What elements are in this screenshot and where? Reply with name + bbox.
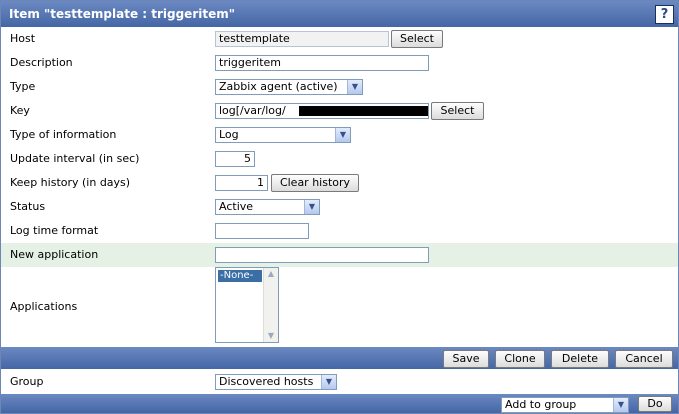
applications-listbox[interactable]: -None- ▲ ▼ <box>215 267 279 343</box>
scroll-up-icon[interactable]: ▲ <box>264 268 278 280</box>
row-log-time-format: Log time format <box>1 219 678 243</box>
type-select-value: Zabbix agent (active) <box>219 80 338 93</box>
update-interval-label: Update interval (in sec) <box>10 152 140 165</box>
row-description: Description triggeritem <box>1 51 678 75</box>
footer-bar: Add to group ▼ Do <box>1 394 678 413</box>
host-field: testtemplate <box>215 31 389 47</box>
save-button[interactable]: Save <box>443 350 489 368</box>
applications-option[interactable]: -None- <box>218 270 262 282</box>
key-select-button[interactable]: Select <box>431 102 484 120</box>
key-input-value: log[/var/log/ <box>219 104 286 117</box>
keep-history-input[interactable]: 1 <box>215 175 268 191</box>
chevron-down-icon[interactable]: ▼ <box>613 398 628 412</box>
log-time-format-label: Log time format <box>10 224 99 237</box>
status-label: Status <box>10 200 46 213</box>
new-application-input[interactable] <box>215 247 429 263</box>
status-select[interactable]: Active ▼ <box>215 199 320 215</box>
chevron-down-icon[interactable]: ▼ <box>335 128 350 142</box>
description-label: Description <box>10 56 73 69</box>
clone-button[interactable]: Clone <box>495 350 545 368</box>
row-group: Group Discovered hosts ▼ <box>1 370 678 394</box>
status-select-value: Active <box>219 200 254 213</box>
row-update-interval: Update interval (in sec) 5 <box>1 147 678 171</box>
group-label: Group <box>10 375 44 388</box>
type-of-information-value: Log <box>219 128 239 141</box>
group-select-value: Discovered hosts <box>219 375 314 388</box>
group-action-value: Add to group <box>505 398 577 411</box>
row-key: Key log[/var/log/ Select <box>1 99 678 123</box>
do-button[interactable]: Do <box>638 396 672 412</box>
item-form-window: Item "testtemplate : triggeritem" ? Host… <box>0 0 679 414</box>
row-keep-history: Keep history (in days) 1 Clear history <box>1 171 678 195</box>
action-bar: Save Clone Delete Cancel <box>1 347 678 369</box>
type-label: Type <box>10 80 36 93</box>
host-select-button[interactable]: Select <box>391 30 443 48</box>
keep-history-label: Keep history (in days) <box>10 176 131 189</box>
update-interval-input[interactable]: 5 <box>215 151 255 167</box>
group-action-select[interactable]: Add to group ▼ <box>501 397 629 413</box>
description-input[interactable]: triggeritem <box>215 55 429 71</box>
cancel-button[interactable]: Cancel <box>615 350 673 368</box>
row-type-of-information: Type of information Log ▼ <box>1 123 678 147</box>
type-select[interactable]: Zabbix agent (active) ▼ <box>215 79 363 95</box>
listbox-scrollbar[interactable]: ▲ ▼ <box>263 268 278 342</box>
key-label: Key <box>10 104 30 117</box>
applications-label: Applications <box>10 300 78 313</box>
row-type: Type Zabbix agent (active) ▼ <box>1 75 678 99</box>
log-time-format-input[interactable] <box>215 223 309 239</box>
page-title: Item "testtemplate : triggeritem" <box>9 7 235 21</box>
redaction-mark <box>299 106 428 116</box>
key-input[interactable]: log[/var/log/ <box>215 103 429 119</box>
title-bar: Item "testtemplate : triggeritem" ? <box>1 1 678 27</box>
help-icon[interactable]: ? <box>655 5 674 24</box>
row-new-application: New application <box>1 243 678 267</box>
scroll-down-icon[interactable]: ▼ <box>264 330 278 342</box>
row-status: Status Active ▼ <box>1 195 678 219</box>
chevron-down-icon[interactable]: ▼ <box>304 200 319 214</box>
row-host: Host testtemplate Select <box>1 27 678 51</box>
chevron-down-icon[interactable]: ▼ <box>347 80 362 94</box>
delete-button[interactable]: Delete <box>551 350 609 368</box>
type-of-information-select[interactable]: Log ▼ <box>215 127 351 143</box>
clear-history-button[interactable]: Clear history <box>271 174 359 192</box>
new-application-label: New application <box>10 248 99 261</box>
type-of-information-label: Type of information <box>10 128 117 141</box>
row-applications: Applications <box>1 295 678 319</box>
chevron-down-icon[interactable]: ▼ <box>321 375 336 389</box>
group-select[interactable]: Discovered hosts ▼ <box>215 374 337 390</box>
host-label: Host <box>10 32 36 45</box>
